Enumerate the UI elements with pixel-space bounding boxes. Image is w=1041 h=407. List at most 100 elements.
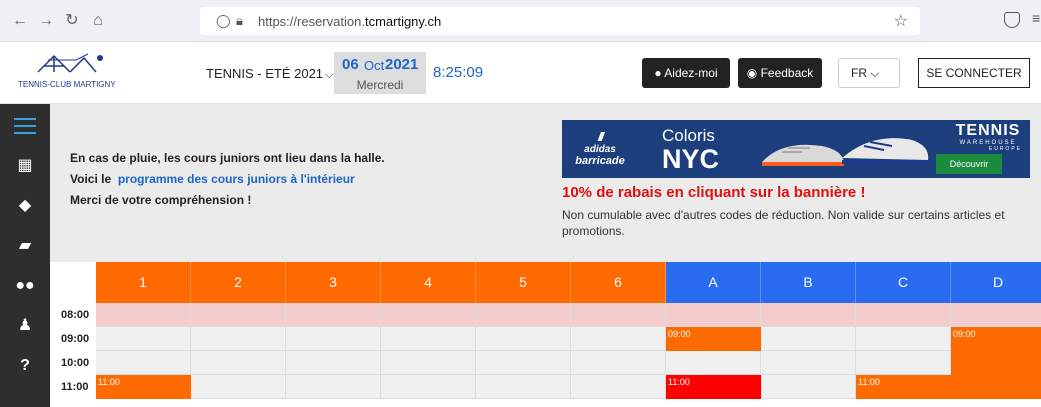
- schedule-cell[interactable]: [761, 351, 856, 375]
- club-logo[interactable]: TENNIS-CLUB MARTIGNY: [18, 50, 116, 96]
- schedule-cell[interactable]: [951, 303, 1041, 327]
- court-header-a[interactable]: A: [666, 262, 761, 303]
- login-button[interactable]: SE CONNECTER: [918, 58, 1030, 88]
- schedule-cell[interactable]: [191, 303, 286, 327]
- court-header-4[interactable]: 4: [381, 262, 476, 303]
- sidebar-item-profile[interactable]: ♟: [0, 306, 50, 346]
- schedule-cell[interactable]: [761, 303, 856, 327]
- promo-banner[interactable]: /// adidas barricade Coloris NYC TENNIS …: [562, 120, 1030, 178]
- schedule-cell[interactable]: [476, 351, 571, 375]
- schedule-cell[interactable]: [571, 351, 666, 375]
- schedule-cell[interactable]: [666, 351, 761, 375]
- sidebar: ▦ ◆ ▰ ●● ♟ ?: [0, 104, 50, 407]
- reload-icon[interactable]: ↻: [62, 11, 82, 31]
- tw-title: TENNIS: [955, 122, 1021, 139]
- booking-slot[interactable]: 09:00: [666, 327, 761, 351]
- promo-headline: 10% de rabais en cliquant sur la bannièr…: [562, 184, 866, 201]
- season-selector[interactable]: TENNIS - ETÉ 2021 ⌵: [206, 66, 333, 82]
- schedule-cell[interactable]: [666, 303, 761, 327]
- back-icon[interactable]: ←: [10, 11, 30, 31]
- sidebar-item-members[interactable]: ●●: [0, 266, 50, 306]
- schedule-cell[interactable]: [856, 327, 951, 351]
- booking-slot[interactable]: 11:00: [856, 375, 951, 399]
- schedule-cell[interactable]: [381, 327, 476, 351]
- schedule-cell[interactable]: [286, 375, 381, 399]
- sidebar-item-help[interactable]: ?: [0, 346, 50, 386]
- schedule-cell[interactable]: [571, 303, 666, 327]
- forward-icon[interactable]: →: [36, 11, 56, 31]
- info-panel: En cas de pluie, les cours juniors ont l…: [50, 104, 1041, 262]
- schedule-cell[interactable]: [571, 327, 666, 351]
- schedule-cell[interactable]: [286, 303, 381, 327]
- schedule-cell[interactable]: [381, 303, 476, 327]
- bookmark-star-icon[interactable]: ☆: [894, 11, 908, 31]
- schedule-row: [96, 303, 1041, 327]
- court-header-5[interactable]: 5: [476, 262, 571, 303]
- logo-mark-icon: [37, 53, 103, 73]
- schedule-cell[interactable]: [286, 351, 381, 375]
- schedule-cell[interactable]: [286, 327, 381, 351]
- pocket-icon[interactable]: [1004, 12, 1020, 28]
- discover-button[interactable]: Découvrir: [936, 154, 1002, 174]
- court-header-b[interactable]: B: [761, 262, 856, 303]
- date-picker[interactable]: 06 Oct 2021 Mercredi: [334, 52, 426, 94]
- schedule-cell[interactable]: [96, 303, 191, 327]
- logo-text: TENNIS-CLUB MARTIGNY: [18, 80, 116, 89]
- schedule-cell[interactable]: [191, 351, 286, 375]
- time-label: 08:00: [61, 309, 90, 321]
- notice-line-3: Merci de votre compréhension !: [70, 193, 252, 207]
- schedule-cell[interactable]: [476, 375, 571, 399]
- home-icon[interactable]: ⌂: [88, 11, 108, 31]
- sidebar-item-book[interactable]: ▰: [0, 226, 50, 266]
- time-label: 09:00: [61, 333, 90, 345]
- schedule-cell[interactable]: [761, 327, 856, 351]
- date-day: 06: [342, 56, 359, 73]
- lock-icon[interactable]: 🔒︎: [236, 13, 243, 29]
- feedback-button[interactable]: ◉ Feedback: [738, 58, 822, 88]
- menu-icon[interactable]: ≡: [1032, 10, 1040, 26]
- schedule-cell[interactable]: [476, 327, 571, 351]
- browser-toolbar: ← → ↻ ⌂ ◯ 🔒︎ https://reservation.tcmarti…: [0, 0, 1041, 42]
- schedule-cell[interactable]: [856, 303, 951, 327]
- junior-program-link[interactable]: programme des cours juniors à l'intérieu…: [118, 172, 355, 186]
- rain-notice: En cas de pluie, les cours juniors ont l…: [70, 148, 385, 211]
- schedule-cell[interactable]: [191, 327, 286, 351]
- court-header-6[interactable]: 6: [571, 262, 666, 303]
- sidebar-item-calendar[interactable]: ▦: [0, 146, 50, 186]
- promo-note: Non cumulable avec d'autres codes de réd…: [562, 208, 1005, 238]
- schedule-cell[interactable]: [381, 351, 476, 375]
- url-text[interactable]: https://reservation.tcmartigny.ch: [258, 14, 441, 29]
- adidas-stripes-icon: ///: [597, 130, 604, 144]
- banner-nyc: NYC: [662, 144, 720, 174]
- court-header-row: 123456ABCD: [96, 262, 1041, 303]
- sidebar-item-tickets[interactable]: ◆: [0, 186, 50, 226]
- court-header-d[interactable]: D: [951, 262, 1041, 303]
- schedule-cell[interactable]: [761, 375, 856, 399]
- booking-slot[interactable]: 11:00: [96, 375, 191, 399]
- adidas-logo: /// adidas barricade: [572, 130, 628, 167]
- court-header-2[interactable]: 2: [191, 262, 286, 303]
- tw-region: EUROPE: [988, 146, 1022, 152]
- schedule-cell[interactable]: [476, 303, 571, 327]
- help-button[interactable]: ● Aidez-moi: [642, 58, 730, 88]
- schedule-cell[interactable]: [191, 375, 286, 399]
- schedule-cell[interactable]: [381, 375, 476, 399]
- address-bar[interactable]: ◯ 🔒︎ https://reservation.tcmartigny.ch ☆: [200, 7, 920, 35]
- shield-icon[interactable]: ◯: [216, 13, 231, 29]
- notice-line-1: En cas de pluie, les cours juniors ont l…: [70, 151, 385, 165]
- chevron-down-icon: ⌵: [870, 66, 880, 80]
- schedule-cell[interactable]: [96, 351, 191, 375]
- calendar-icon: ▦: [17, 157, 33, 174]
- schedule-cell[interactable]: [856, 351, 951, 375]
- language-selector[interactable]: FR ⌵: [838, 58, 900, 88]
- schedule-cell[interactable]: [571, 375, 666, 399]
- court-header-3[interactable]: 3: [286, 262, 381, 303]
- schedule-cell[interactable]: [96, 327, 191, 351]
- banner-coloris: Coloris: [662, 126, 715, 145]
- booking-slot[interactable]: 11:00: [666, 375, 761, 399]
- booking-slot[interactable]: 09:00: [951, 327, 1041, 351]
- court-header-c[interactable]: C: [856, 262, 951, 303]
- court-header-1[interactable]: 1: [96, 262, 191, 303]
- court-schedule: 123456ABCD 08:00 09:00 10:00 11:00 09:00 09:…: [50, 262, 1041, 407]
- sidebar-menu-toggle[interactable]: [0, 104, 50, 144]
